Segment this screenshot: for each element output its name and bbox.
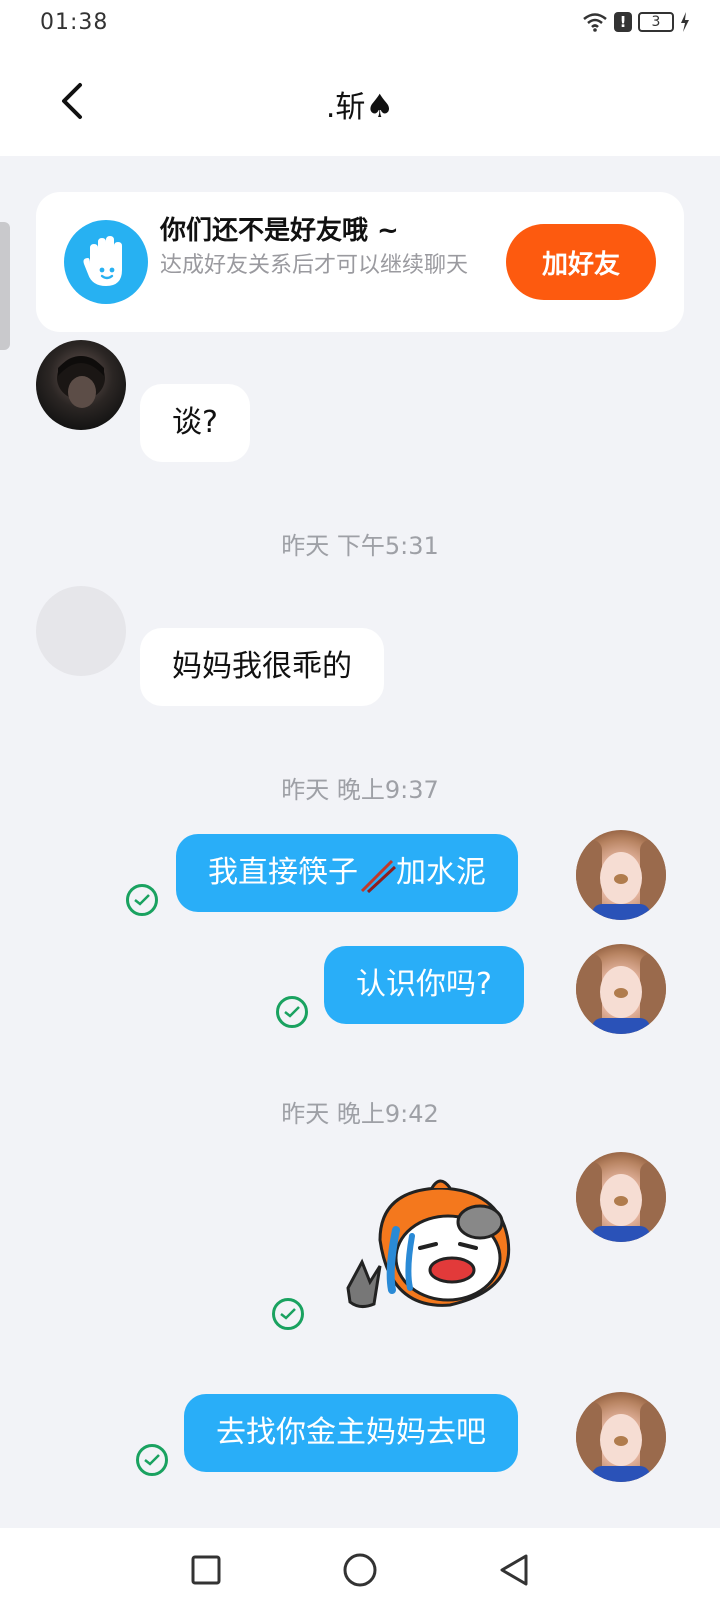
chat-header: .斩♠ [0,48,720,156]
my-avatar[interactable] [576,1392,666,1482]
square-icon [191,1555,221,1585]
card-subtitle: 达成好友关系后才可以继续聊天 [160,253,469,278]
add-friend-button[interactable]: 加好友 [506,224,656,300]
message-text: 加水泥 [396,855,486,890]
message-text: 我直接筷子 [208,855,358,890]
message-timestamp: 昨天 下午5:31 [281,532,439,560]
side-drawer-handle[interactable] [0,222,10,350]
spade-icon: ♠ [365,87,395,125]
circle-icon [343,1553,377,1587]
message-bubble-incoming[interactable]: 谈? [140,384,250,462]
contact-name: .斩 [325,90,366,125]
triangle-left-icon [500,1554,528,1586]
hand-wave-icon [64,220,148,304]
my-avatar[interactable] [576,1152,666,1242]
message-timestamp: 昨天 晚上9:42 [281,1100,439,1128]
status-bar: 01:38 ! 3 [0,0,720,48]
alert-icon: ! [614,12,632,32]
message-bubble-incoming[interactable]: 妈妈我很乖的 [140,628,384,706]
avatar-photo [57,356,105,408]
message-bubble-outgoing[interactable]: 认识你吗? [324,946,524,1024]
status-icons: ! 3 [582,12,690,32]
wifi-icon [583,13,607,32]
message-bubble-outgoing[interactable]: 去找你金主妈妈去吧 [184,1394,518,1472]
check-circle-icon [272,1298,304,1330]
battery-level: 3 [651,14,661,30]
my-avatar[interactable] [576,944,666,1034]
chat-title: .斩♠ [0,82,720,126]
chopsticks-emoji-icon [360,859,397,893]
message-bubble-outgoing[interactable]: 我直接筷子 加水泥 [176,834,518,912]
charging-icon [681,12,689,32]
battery-icon: 3 [638,12,674,32]
check-circle-icon [276,996,308,1028]
message-timestamp: 昨天 晚上9:37 [281,776,439,804]
contact-avatar[interactable] [36,340,126,430]
recent-apps-button[interactable] [186,1550,226,1590]
system-navigation-bar [0,1528,720,1612]
home-button[interactable] [340,1550,380,1590]
contact-avatar[interactable] [36,586,126,676]
crying-sticker-image[interactable] [340,1170,540,1330]
check-circle-icon [136,1444,168,1476]
check-circle-icon [126,884,158,916]
system-back-button[interactable] [494,1550,534,1590]
my-avatar[interactable] [576,830,666,920]
not-friends-card: 你们还不是好友哦 ~ 达成好友关系后才可以继续聊天 加好友 [36,192,684,332]
status-time: 01:38 [40,10,109,35]
card-title: 你们还不是好友哦 ~ [160,216,399,246]
